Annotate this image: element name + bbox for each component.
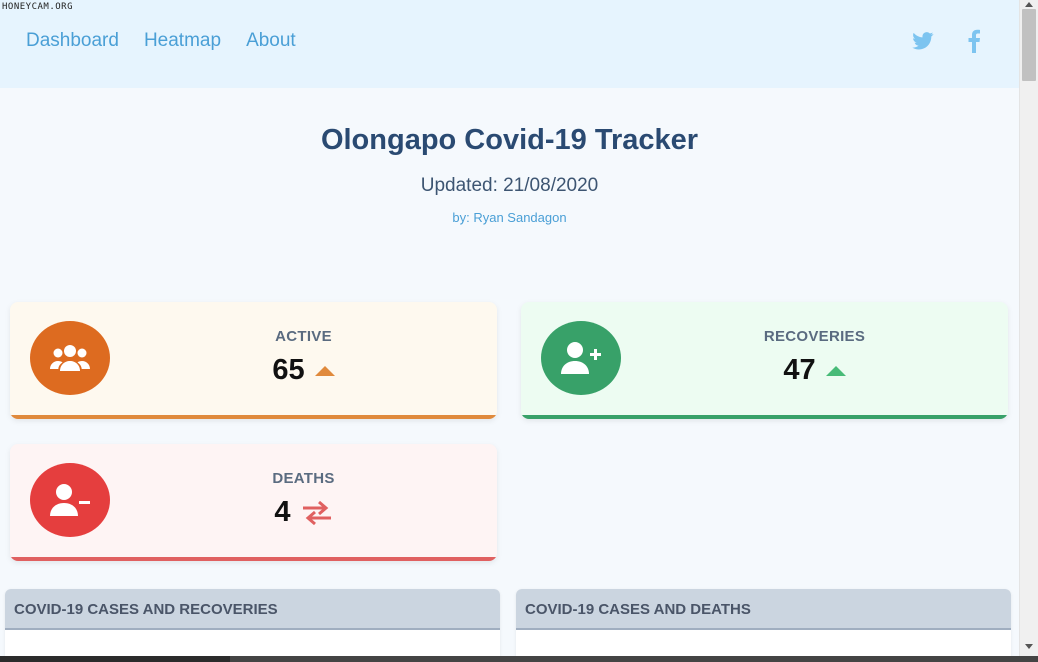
updated-date: Updated: 21/08/2020	[420, 175, 599, 196]
vertical-scrollbar[interactable]	[1019, 0, 1038, 656]
facebook-icon[interactable]	[968, 29, 980, 53]
recoveries-value: 47	[783, 354, 816, 386]
scroll-thumb[interactable]	[1022, 9, 1036, 81]
users-group-icon	[50, 345, 90, 371]
page-title: Olongapo Covid-19 Tracker	[320, 124, 699, 156]
cases-deaths-panel-title: COVID-19 CASES AND DEATHS	[516, 589, 1011, 630]
nav-link-heatmap[interactable]: Heatmap	[144, 30, 221, 52]
triangle-up-icon	[314, 365, 335, 376]
nav-links: Dashboard Heatmap About	[26, 30, 296, 52]
deaths-icon-circle	[30, 463, 110, 537]
active-label: ACTIVE	[275, 328, 332, 345]
recoveries-card-bar	[521, 415, 1008, 419]
navbar: Dashboard Heatmap About	[0, 0, 1019, 88]
page-header: Olongapo Covid-19 Tracker Updated: 21/08…	[0, 88, 1019, 225]
exchange-arrows-icon	[302, 500, 331, 525]
scroll-up-arrow-icon[interactable]	[1025, 2, 1033, 7]
recoveries-card: RECOVERIES 47	[521, 302, 1008, 419]
taskbar-strip	[0, 656, 1038, 662]
recoveries-label: RECOVERIES	[763, 328, 866, 345]
watermark-text: HONEYCAM.ORG	[2, 2, 74, 12]
recoveries-icon-circle	[541, 321, 621, 395]
active-value-row: 65	[110, 354, 497, 387]
user-plus-icon	[561, 342, 601, 374]
social-links	[912, 29, 980, 53]
taskbar-segment	[230, 656, 1038, 662]
triangle-up-icon	[825, 365, 846, 376]
active-card-bar	[10, 415, 497, 419]
deaths-label: DEATHS	[272, 470, 335, 487]
deaths-card: DEATHS 4	[10, 444, 497, 561]
cases-recoveries-panel: COVID-19 CASES AND RECOVERIES	[5, 589, 500, 656]
deaths-value: 4	[274, 496, 291, 528]
scroll-down-arrow-icon[interactable]	[1025, 644, 1033, 649]
nav-link-about[interactable]: About	[246, 30, 296, 52]
browser-viewport: Dashboard Heatmap About Olongapo Covid-1…	[0, 0, 1019, 656]
cases-deaths-panel: COVID-19 CASES AND DEATHS	[516, 589, 1011, 656]
author-credit: by: Ryan Sandagon	[452, 210, 567, 225]
active-value: 65	[272, 354, 305, 386]
active-icon-circle	[30, 321, 110, 395]
deaths-card-bar	[10, 557, 497, 561]
active-card: ACTIVE 65	[10, 302, 497, 419]
nav-link-dashboard[interactable]: Dashboard	[26, 30, 119, 52]
cases-recoveries-panel-title: COVID-19 CASES AND RECOVERIES	[5, 589, 500, 630]
twitter-icon[interactable]	[912, 32, 934, 50]
user-minus-icon	[50, 484, 90, 516]
deaths-value-row: 4	[110, 496, 497, 529]
recoveries-value-row: 47	[621, 354, 1008, 387]
